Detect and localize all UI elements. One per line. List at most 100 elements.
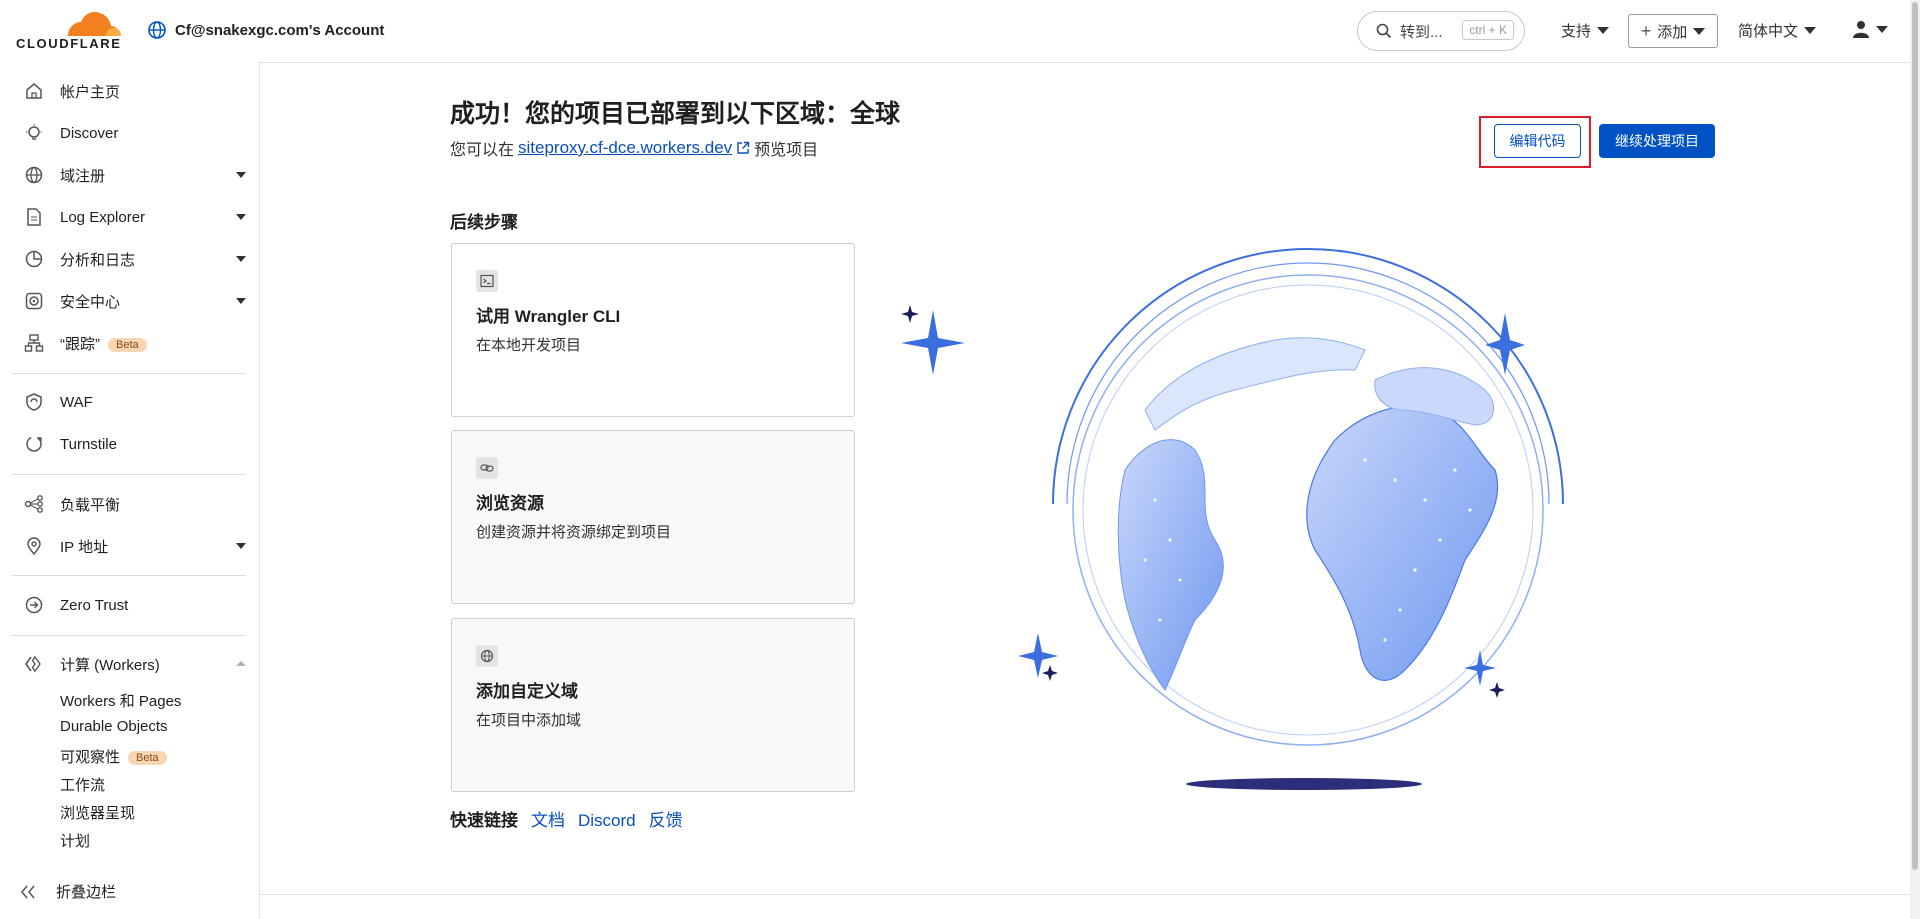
sidebar-item-domain-registration[interactable]: 域注册 [0,155,259,195]
account-switcher[interactable]: Cf@snakexgc.com's Account [147,20,384,40]
quick-link-feedback[interactable]: 反馈 [649,806,683,831]
chevron-down-icon [236,172,246,178]
edit-code-button[interactable]: 编辑代码 [1494,124,1581,158]
sidebar-item-label: IP 地址 [60,538,109,556]
next-steps-heading: 后续步骤 [450,213,518,232]
sitemap-icon [24,334,44,352]
search-shortcut: ctrl + K [1462,20,1514,40]
sidebar-item-label: Log Explorer [60,208,146,226]
observability-label: 可观察性 [60,749,121,766]
brand-wordmark: CLOUDFLARE [16,36,122,51]
add-label: 添加 [1657,23,1688,41]
sidebar-divider [12,373,246,374]
sidebar-subitem-plans[interactable]: 计划 [60,830,90,851]
sidebar: 帐户主页 Discover 域注册 Log Explorer 分析和日志 安全中… [0,62,260,919]
quick-link-discord[interactable]: Discord [578,811,636,831]
waf-icon [26,393,42,411]
sidebar-item-label: 负载平衡 [60,496,121,514]
load-balancer-icon [24,495,43,513]
scrollbar-thumb[interactable] [1912,2,1918,870]
sidebar-subitem-observability[interactable]: 可观察性 Beta [60,746,167,767]
sidebar-subitem-workers-pages[interactable]: Workers 和 Pages [60,690,181,711]
sidebar-item-label: WAF [60,393,93,411]
sidebar-subitem-browser-rendering[interactable]: 浏览器呈现 [60,802,135,823]
home-icon [26,83,42,99]
globe-icon [476,645,498,667]
preview-prefix: 您可以在 [450,142,515,159]
beta-badge: Beta [108,337,147,352]
link-icon [476,457,498,479]
add-button[interactable]: + 添加 [1628,14,1718,48]
double-chevron-left-icon [21,885,35,898]
sidebar-subitem-durable-objects[interactable]: Durable Objects [60,718,168,735]
sidebar-item-label: 安全中心 [60,293,121,311]
account-name: Cf@snakexgc.com's Account [175,21,385,39]
preview-line: 您可以在 siteproxy.cf-dce.workers.dev 预览项目 [450,136,818,160]
sidebar-item-turnstile[interactable]: Turnstile [0,424,259,464]
document-icon [27,208,41,226]
beta-badge: Beta [128,751,167,766]
trace-label: “跟踪” [60,335,100,353]
sidebar-item-zero-trust[interactable]: Zero Trust [0,585,259,625]
sidebar-subitem-workflows[interactable]: 工作流 [60,774,105,795]
card-title: 浏览资源 [476,494,544,513]
sidebar-divider [12,474,246,475]
footer-divider [260,894,1910,895]
sidebar-divider [12,575,246,576]
pie-chart-icon [25,250,43,268]
card-add-custom-domain[interactable]: 添加自定义域 在项目中添加域 [451,618,855,792]
chevron-down-icon [1804,27,1817,34]
card-browse-resources[interactable]: 浏览资源 创建资源并将资源绑定到项目 [451,430,855,604]
chevron-down-icon [236,543,246,549]
chevron-down-icon [236,298,246,304]
sidebar-item-label: 计算 (Workers) [60,656,160,674]
card-title: 添加自定义域 [476,682,578,701]
sidebar-item-security-center[interactable]: 安全中心 [0,281,259,321]
sidebar-item-compute-workers[interactable]: 计算 (Workers) [0,644,259,684]
chevron-down-icon [1876,25,1888,33]
preview-suffix: 预览项目 [754,142,819,159]
sidebar-item-label: “跟踪” Beta [60,333,147,354]
user-menu[interactable] [1852,20,1888,38]
top-bar: CLOUDFLARE Cf@snakexgc.com's Account 转到.… [0,0,1910,63]
chevron-down-icon [1597,27,1610,34]
card-description: 创建资源并将资源绑定到项目 [476,524,672,541]
preview-link[interactable]: siteproxy.cf-dce.workers.dev [518,138,732,158]
quick-links-label: 快速链接 [450,811,518,830]
quick-link-docs[interactable]: 文档 [531,806,565,831]
search-box[interactable]: 转到... ctrl + K [1357,11,1525,51]
language-menu[interactable]: 简体中文 [1738,20,1817,41]
cloudflare-logo[interactable]: CLOUDFLARE [16,10,124,51]
sidebar-item-analytics-logs[interactable]: 分析和日志 [0,239,259,279]
user-icon [1853,21,1869,38]
location-pin-icon [27,537,41,556]
sidebar-item-discover[interactable]: Discover [0,113,259,153]
card-wrangler-cli[interactable]: 试用 Wrangler CLI 在本地开发项目 [451,243,855,417]
page-scrollbar[interactable] [1910,0,1920,919]
plus-icon: + [1640,20,1652,41]
continue-project-button[interactable]: 继续处理项目 [1599,124,1715,158]
sidebar-divider [12,635,246,636]
zero-trust-icon [25,596,43,614]
chevron-down-icon [236,214,246,220]
sidebar-item-ip-addresses[interactable]: IP 地址 [0,526,259,566]
sidebar-item-waf[interactable]: WAF [0,382,259,422]
support-menu[interactable]: 支持 [1561,20,1610,41]
card-description: 在项目中添加域 [476,712,582,729]
sidebar-item-log-explorer[interactable]: Log Explorer [0,197,259,237]
sidebar-item-load-balancing[interactable]: 负载平衡 [0,484,259,524]
sidebar-item-label: 帐户主页 [60,83,121,101]
sidebar-item-label: 域注册 [60,167,106,185]
external-link-icon[interactable] [736,141,750,155]
sidebar-item-trace[interactable]: “跟踪” Beta [0,323,259,363]
sidebar-item-label: Turnstile [60,435,117,453]
sidebar-item-label: Discover [60,124,119,142]
sidebar-item-account-home[interactable]: 帐户主页 [0,71,259,111]
search-icon [1376,23,1392,39]
globe-illustration [901,248,1564,790]
sidebar-item-label: 分析和日志 [60,251,136,269]
collapse-sidebar-button[interactable]: 折叠边栏 [20,881,116,902]
sidebar-item-label: Zero Trust [60,596,129,614]
support-label: 支持 [1561,23,1592,40]
turnstile-icon [26,436,42,452]
